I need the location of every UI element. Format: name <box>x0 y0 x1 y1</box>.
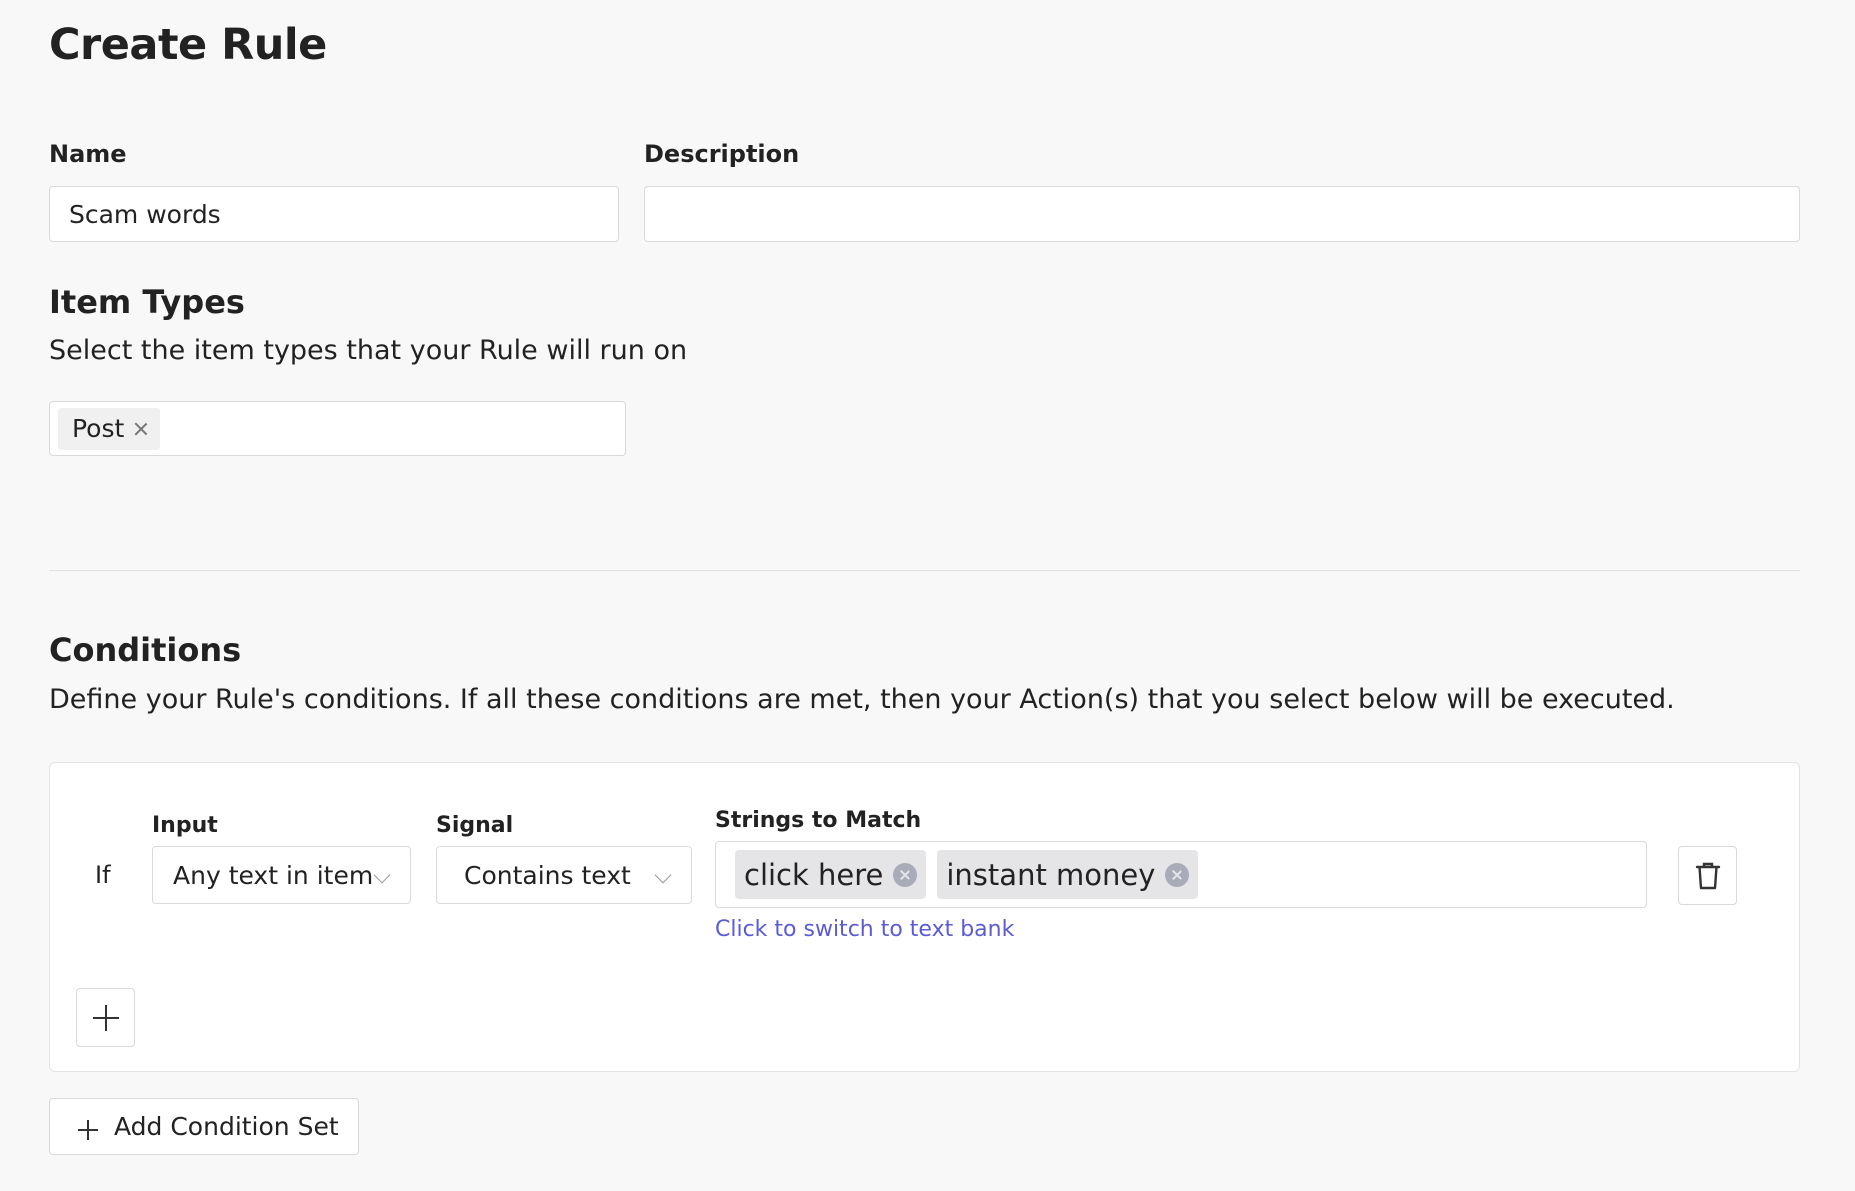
delete-condition-button[interactable] <box>1678 846 1737 905</box>
add-condition-button[interactable] <box>76 988 135 1047</box>
item-types-description: Select the item types that your Rule wil… <box>49 335 688 366</box>
signal-select-value: Contains text <box>464 860 631 890</box>
item-type-tag: Post <box>58 407 161 450</box>
condition-set-card: If Input Any text in item Signal Contain… <box>49 762 1800 1072</box>
signal-label: Signal <box>436 813 514 838</box>
create-rule-page: Create Rule Name Description Item Types … <box>0 0 1855 1191</box>
if-label: If <box>95 861 111 889</box>
string-chip-label: instant money <box>946 857 1156 892</box>
close-icon[interactable] <box>893 862 918 887</box>
name-input[interactable] <box>49 186 619 242</box>
add-condition-set-label: Add Condition Set <box>114 1112 339 1141</box>
conditions-description: Define your Rule's conditions. If all th… <box>49 684 1675 715</box>
section-divider <box>49 570 1800 571</box>
item-types-select[interactable]: Post <box>49 401 626 456</box>
description-label: Description <box>644 140 800 168</box>
input-select-value: Any text in item <box>173 860 374 890</box>
strings-label: Strings to Match <box>715 808 922 833</box>
string-chip: instant money <box>937 850 1199 899</box>
input-label: Input <box>152 813 218 838</box>
name-label: Name <box>49 140 127 168</box>
signal-select[interactable]: Contains text <box>436 846 692 904</box>
page-title: Create Rule <box>49 20 327 70</box>
switch-to-text-bank-link[interactable]: Click to switch to text bank <box>715 917 1014 942</box>
item-type-tag-label: Post <box>72 414 125 443</box>
strings-input[interactable]: click here instant money <box>715 841 1647 908</box>
item-types-title: Item Types <box>49 283 245 321</box>
chevron-down-icon <box>654 866 672 884</box>
add-condition-set-button[interactable]: Add Condition Set <box>49 1098 359 1155</box>
trash-icon <box>1695 862 1720 889</box>
chevron-down-icon <box>373 866 391 884</box>
close-icon[interactable] <box>132 420 150 438</box>
input-select[interactable]: Any text in item <box>152 846 411 904</box>
string-chip-label: click here <box>744 857 884 892</box>
plus-icon <box>92 1004 119 1031</box>
string-chip: click here <box>735 850 927 899</box>
close-icon[interactable] <box>1165 862 1190 887</box>
description-input[interactable] <box>644 186 1800 242</box>
plus-icon <box>78 1119 98 1140</box>
conditions-title: Conditions <box>49 631 242 669</box>
